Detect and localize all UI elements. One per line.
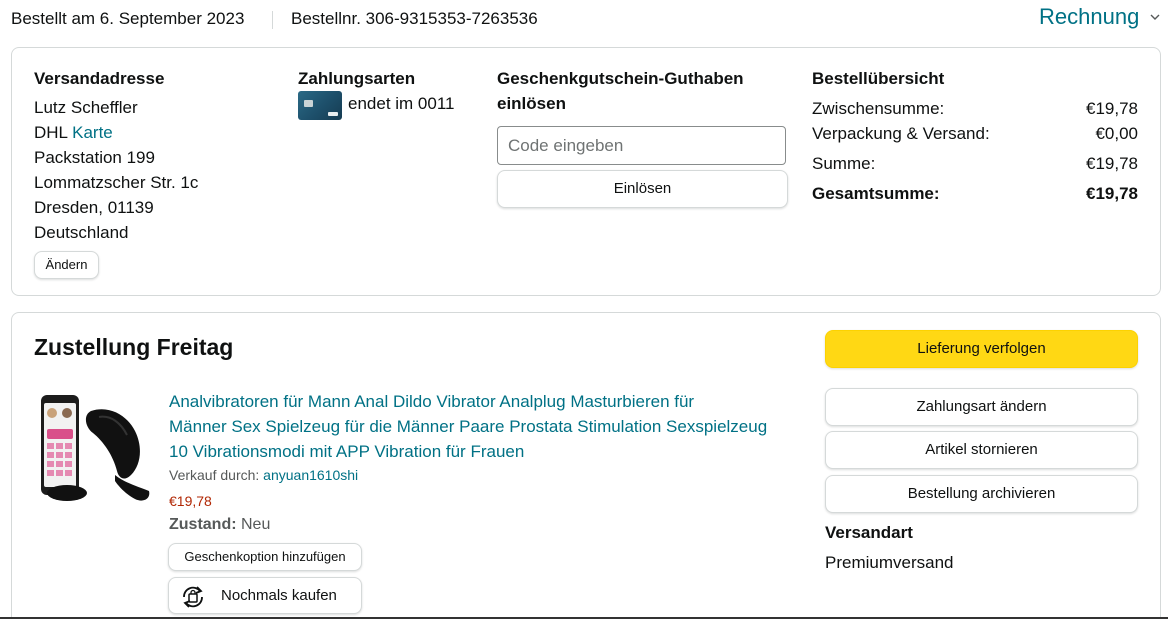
address-line: Deutschland [34, 223, 129, 242]
payment-heading: Zahlungsarten [298, 69, 416, 88]
archive-order-button[interactable]: Bestellung archivieren [825, 475, 1138, 513]
buy-again-button[interactable]: Nochmals kaufen [168, 577, 362, 614]
card-ending-text: endet im 0011 [348, 94, 455, 113]
credit-card-icon [298, 91, 342, 120]
header-divider [272, 11, 273, 29]
grand-total-value: €19,78 [1086, 184, 1138, 203]
address-carrier-line: DHL Karte [34, 120, 113, 145]
address-line: Packstation 199 [34, 148, 155, 167]
change-address-button[interactable]: Ändern [34, 251, 99, 279]
shipping-method-value: Premiumversand [825, 553, 954, 572]
condition-value: Neu [241, 516, 271, 533]
product-title-line: 10 Vibrationsmodi mit APP Vibration für … [169, 442, 525, 461]
summary-row-value: €19,78 [1086, 99, 1138, 118]
track-delivery-button[interactable]: Lieferung verfolgen [825, 330, 1138, 368]
delivery-card: Zustellung Freitag Analvibratoren für Ma… [11, 312, 1161, 619]
order-overview-heading: Bestellübersicht [812, 69, 945, 88]
change-payment-button[interactable]: Zahlungsart ändern [825, 388, 1138, 426]
shipping-method-heading: Versandart [825, 523, 913, 542]
product-image[interactable] [39, 391, 155, 507]
address-carrier: DHL [34, 123, 68, 142]
seller-link[interactable]: anyuan1610shi [263, 467, 358, 483]
order-header: Bestellt am 6. September 2023 Bestellnr.… [0, 0, 1168, 40]
order-number: Bestellnr. 306-9315353-7263536 [291, 9, 538, 28]
address-line: Dresden, 01139 [34, 198, 154, 217]
delivery-date-title: Zustellung Freitag [34, 334, 234, 360]
shipping-address-heading: Versandadresse [34, 69, 165, 88]
condition-line: Zustand: Neu [169, 516, 270, 534]
product-title-line: Analvibratoren für Mann Anal Dildo Vibra… [169, 392, 695, 411]
product-title-link[interactable]: Analvibratoren für Mann Anal Dildo Vibra… [169, 389, 809, 464]
condition-label: Zustand: [169, 516, 237, 533]
gift-card-heading-line2: einlösen [497, 94, 566, 113]
gift-card-heading-line1: Geschenkgutschein-Guthaben [497, 69, 744, 88]
seller-line: Verkauf durch: anyuan1610shi [169, 467, 358, 483]
chevron-down-icon[interactable] [1150, 13, 1160, 21]
product-price: €19,78 [169, 493, 212, 509]
cancel-items-button[interactable]: Artikel stornieren [825, 431, 1138, 469]
redeem-button[interactable]: Einlösen [497, 170, 788, 208]
summary-row-value: €0,00 [1095, 124, 1138, 143]
add-gift-option-button[interactable]: Geschenkoption hinzufügen [168, 543, 362, 571]
invoice-link[interactable]: Rechnung [1039, 4, 1139, 30]
address-name: Lutz Scheffler [34, 98, 138, 117]
summary-row-label: Verpackung & Versand: [812, 124, 990, 143]
map-link[interactable]: Karte [72, 123, 113, 142]
grand-total-label: Gesamtsumme: [812, 184, 940, 203]
summary-row-label: Zwischensumme: [812, 99, 945, 118]
seller-prefix: Verkauf durch: [169, 467, 260, 483]
rebuy-icon [183, 586, 203, 608]
product-title-line: Männer Sex Spielzeug für die Männer Paar… [169, 417, 768, 436]
buy-again-label: Nochmals kaufen [221, 587, 337, 604]
summary-row-value: €19,78 [1086, 154, 1138, 173]
summary-row-label: Summe: [812, 154, 876, 173]
order-summary-card: Versandadresse Lutz Scheffler DHL Karte … [11, 47, 1161, 296]
order-date: Bestellt am 6. September 2023 [11, 9, 245, 28]
address-line: Lommatzscher Str. 1c [34, 173, 199, 192]
gift-code-input[interactable] [497, 126, 786, 165]
